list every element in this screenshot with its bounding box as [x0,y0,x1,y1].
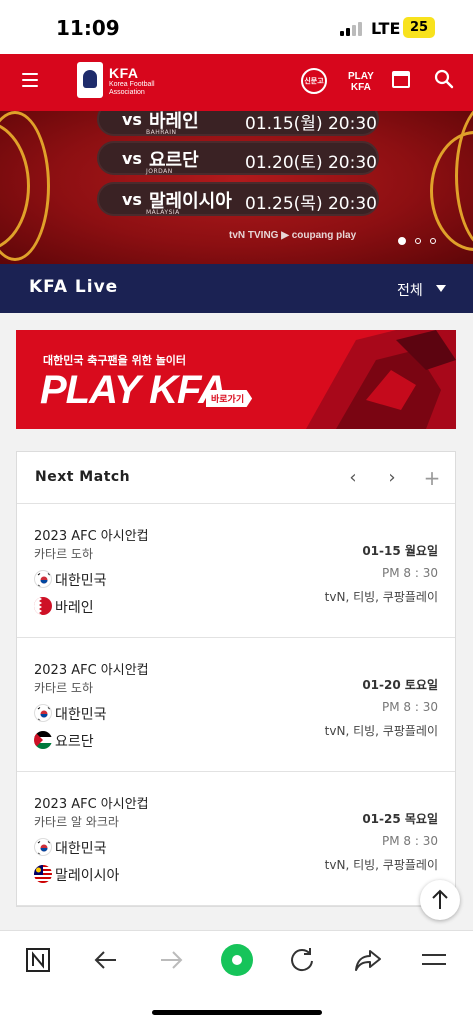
chevron-down-icon[interactable] [436,285,446,292]
reload-icon[interactable] [288,945,316,975]
match-time: PM 8 : 30 [382,566,438,580]
carousel-dot[interactable] [430,237,436,244]
card-header: Next Match ‹ › + [17,452,455,504]
carousel-dot[interactable] [415,237,421,244]
jordan-flag-icon [34,731,52,749]
korea-flag-icon [34,704,52,722]
status-bar: 11:09 LTE 25 [0,0,473,54]
venue: 카타르 도하 [34,547,94,561]
away-team-name: 바레인 [55,600,94,616]
news-report-icon[interactable]: 신문고 [301,68,327,94]
match-row[interactable]: 2023 AFC 아시안컵 카타르 도하 대한민국 요르단 01-20 토요일 … [17,638,455,772]
match-row[interactable]: 2023 AFC 아시안컵 카타르 알 와크라 대한민국 말레이시아 01-25… [17,772,455,906]
status-time: 11:09 [56,16,120,40]
hamburger-menu-icon[interactable] [22,73,38,87]
match-broadcast: tvN, 티빙, 쿠팡플레이 [324,724,438,738]
korea-flag-icon [34,838,52,856]
home-indicator [152,1010,322,1015]
play-kfa-icon[interactable]: PLAY KFA [348,71,374,93]
korea-flag-icon [34,570,52,588]
match-datetime: 01.15(월) 20:30 [245,114,377,134]
home-team-name: 대한민국 [55,707,107,723]
battery-indicator: 25 [403,17,435,38]
away-team-name: 말레이시아 [55,868,120,884]
match-time: PM 8 : 30 [382,834,438,848]
ad-title: PLAY KFA [40,368,227,412]
match-datetime: 01.25(목) 20:30 [245,194,377,214]
opponent-name-en: MALAYSIA [146,209,180,216]
match-broadcast: tvN, 티빙, 쿠팡플레이 [324,858,438,872]
green-dot-icon[interactable] [220,943,254,977]
vs-label: vs [122,190,142,209]
kfa-live-title: KFA Live [29,277,119,297]
banner-match-pill: vs 말레이시아 MALAYSIA 01.25(목) 20:30 [97,182,379,216]
competition-name: 2023 AFC 아시안컵 [34,529,149,544]
brand-name: KFA [109,65,139,81]
brand-sub-2: Association [109,89,145,96]
arrow-up-icon [432,889,448,909]
competition-name: 2023 AFC 아시안컵 [34,663,149,678]
away-team: 바레인 [34,597,94,617]
carousel-dot-active[interactable] [398,236,406,245]
brand-text[interactable]: KFA Korea Football Association [109,65,155,97]
menu-icon[interactable] [420,945,448,975]
vs-label: vs [122,149,142,168]
malaysia-flag-icon [34,865,52,883]
ad-cta-button[interactable]: 바로가기 [206,390,253,407]
banner-match-pill: vs 바레인 BAHRAIN 01.15(월) 20:30 [97,111,379,136]
network-label: LTE [371,19,401,38]
play-kfa-ad-banner[interactable]: 대한민국 축구팬을 위한 놀이터 PLAY KFA 바로가기 [16,330,456,429]
next-arrow-icon[interactable]: › [382,467,402,489]
share-icon[interactable] [354,945,382,975]
ad-tagline: 대한민국 축구팬을 위한 놀이터 [43,354,187,367]
next-match-card: Next Match ‹ › + 2023 AFC 아시안컵 카타르 도하 대한… [16,451,456,907]
tiger-art-decor [306,330,456,429]
add-icon[interactable]: + [422,467,442,489]
live-filter-select[interactable]: 전체 [397,280,423,300]
venue: 카타르 알 와크라 [34,815,119,829]
banner-ring-decor [0,111,50,261]
opponent-name-en: BAHRAIN [146,129,177,136]
home-team: 대한민국 [34,838,107,858]
calendar-icon[interactable] [392,71,410,88]
signal-icon [340,22,364,36]
match-datetime: 01.20(토) 20:30 [245,153,377,173]
match-date: 01-20 토요일 [362,678,438,692]
scroll-to-top-button[interactable] [420,880,460,920]
prev-arrow-icon[interactable]: ‹ [343,467,363,489]
site-header: KFA Korea Football Association 신문고 PLAY … [0,54,473,111]
search-icon[interactable] [434,69,454,91]
brand-sub-1: Korea Football [109,81,155,88]
browser-toolbar [0,930,473,1024]
next-match-title: Next Match [35,469,131,485]
kfa-logo[interactable] [77,62,103,98]
away-team-name: 요르단 [55,734,94,750]
home-team: 대한민국 [34,570,107,590]
away-team: 요르단 [34,731,94,751]
match-broadcast: tvN, 티빙, 쿠팡플레이 [324,590,438,604]
back-icon[interactable] [92,945,120,975]
match-row[interactable]: 2023 AFC 아시안컵 카타르 도하 대한민국 바레인 01-15 월요일 … [17,504,455,638]
vs-label: vs [122,111,142,129]
play-label-1: PLAY [348,71,374,82]
home-team: 대한민국 [34,704,107,724]
carousel-dots[interactable] [398,230,445,249]
broadcaster-logos: tvN TVING ▶ coupang play [229,230,357,241]
kfa-live-bar: KFA Live 전체 [0,264,473,313]
away-team: 말레이시아 [34,865,119,885]
home-team-name: 대한민국 [55,841,107,857]
banner-match-pill: vs 요르단 JORDAN 01.20(토) 20:30 [97,141,379,175]
competition-name: 2023 AFC 아시안컵 [34,797,149,812]
bahrain-flag-icon [34,597,52,615]
hero-banner[interactable]: vs 바레인 BAHRAIN 01.15(월) 20:30 vs 요르단 JOR… [0,111,473,264]
home-team-name: 대한민국 [55,573,107,589]
opponent-name-en: JORDAN [146,168,173,175]
match-time: PM 8 : 30 [382,700,438,714]
match-date: 01-25 목요일 [362,812,438,826]
forward-icon[interactable] [157,945,185,975]
venue: 카타르 도하 [34,681,94,695]
naver-icon[interactable] [25,945,53,975]
play-label-2: KFA [350,82,371,93]
match-date: 01-15 월요일 [362,544,438,558]
